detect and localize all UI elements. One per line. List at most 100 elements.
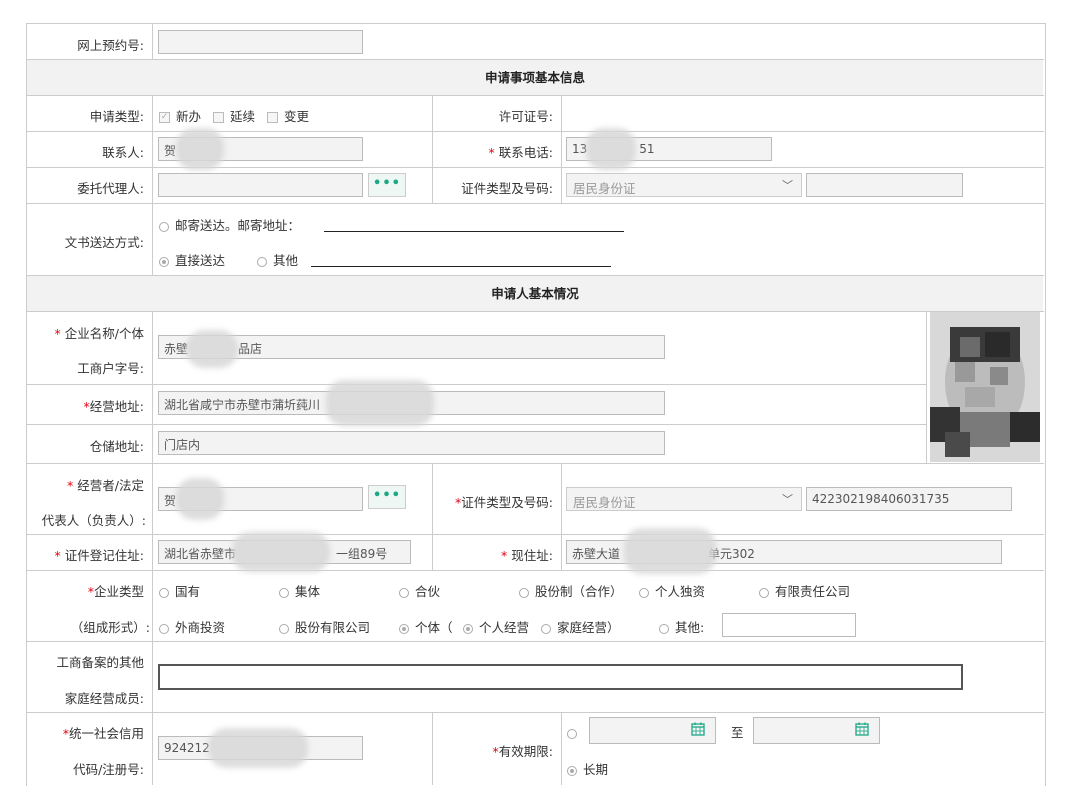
section-title-applicant: 申请人基本情况 [27,276,1043,311]
agent-id-type-value: 居民身份证 [573,181,636,196]
radio-direct[interactable] [159,256,169,267]
agent-label: 委托代理人: [77,181,144,196]
redaction-blur [326,380,434,426]
radio-foreign[interactable] [159,623,169,634]
reg-addr-start: 湖北省赤壁市 [164,547,237,561]
radio-individual[interactable] [399,623,409,634]
ent-type-state[interactable]: 国有 [159,581,200,600]
validity-end-date[interactable] [753,717,880,744]
operator-label-line2: 代表人（负责人）: [41,513,146,528]
required-mark: * [488,145,495,160]
license-no-label: 许可证号: [498,109,553,124]
mail-address-input[interactable] [324,231,624,232]
delivery-other-input[interactable] [311,266,611,267]
delivery-other-label: 其他 [273,253,299,268]
calendar-icon[interactable] [691,722,705,736]
credit-label-text: 统一社会信用 [68,726,144,741]
operator-select-button[interactable]: ••• [368,485,406,509]
ent-type-llc-label: 有限责任公司 [775,584,851,599]
ent-type-state-label: 国有 [175,584,201,599]
radio-llc[interactable] [759,587,769,598]
radio-partnership[interactable] [399,587,409,598]
operator-id-type-value: 居民身份证 [573,495,636,510]
radio-company-ltd[interactable] [279,623,289,634]
delivery-label: 文书送达方式: [64,235,144,250]
operator-id-type-select[interactable]: 居民身份证 ﹀ [566,487,802,511]
ent-type-label-text: 企业类型 [93,584,144,599]
radio-collective[interactable] [279,587,289,598]
radio-joint-stock-coop[interactable] [519,587,529,598]
company-name-label-text: 企业名称/个体 [64,326,144,341]
redaction-blur [624,528,716,574]
validity-long-label: 长期 [583,762,609,777]
ent-type-company-ltd-label: 股份有限公司 [295,620,371,635]
radio-other[interactable] [257,256,267,267]
apply-type-renew[interactable]: 延续 [213,106,255,125]
validity-to-label: 至 [731,725,744,740]
apply-type-change-label: 变更 [284,109,310,124]
delivery-other-option[interactable]: 其他 [257,250,298,269]
agent-id-number-input[interactable] [806,173,963,197]
apply-type-renew-label: 延续 [230,109,256,124]
ent-type-other-input[interactable] [722,613,856,637]
redaction-blur [586,128,636,170]
ent-type-personal-op-label: 个人经营 [479,620,530,635]
reg-addr-label-text: 证件登记住址: [64,548,144,563]
checkbox-change[interactable] [267,112,278,123]
appointment-input[interactable] [158,30,363,54]
company-name-start: 赤壁 [164,342,189,356]
calendar-icon[interactable] [855,722,869,736]
required-mark: * [67,478,74,493]
ent-type-other[interactable]: 其他: [659,617,704,636]
delivery-direct-option[interactable]: 直接送达 [159,250,225,269]
agent-id-type-select[interactable]: 居民身份证 ﹀ [566,173,802,197]
company-name-end: 品店 [238,342,263,356]
radio-validity-range[interactable] [567,728,577,739]
apply-type-change[interactable]: 变更 [267,106,309,125]
agent-input[interactable] [158,173,363,197]
credit-label-line1: *统一社会信用 [30,723,144,742]
delivery-mail-option[interactable]: 邮寄送达。邮寄地址： [159,215,300,234]
ent-type-label-line2: （组成形式）: [70,620,150,635]
required-mark: * [54,548,61,563]
checkbox-new[interactable]: ✓ [159,112,170,123]
validity-start-date[interactable] [589,717,716,744]
ent-type-foreign[interactable]: 外商投资 [159,617,225,636]
radio-family-op[interactable] [541,623,551,634]
credit-label-line2: 代码/注册号: [73,762,144,777]
ent-type-personal-op[interactable]: 个人经营 [463,617,529,636]
radio-ent-other[interactable] [659,623,669,634]
appointment-label: 网上预约号: [77,38,144,53]
validity-range-option[interactable] [567,725,583,740]
family-members-input[interactable] [158,664,963,690]
phone-label: * 联系电话: [436,142,553,161]
phone-value-end: 51 [639,142,655,156]
redaction-blur [208,728,308,768]
family-label-line1: 工商备案的其他 [56,655,144,670]
validity-long-option[interactable]: 长期 [567,759,608,778]
radio-personal-op[interactable] [463,623,473,634]
ent-type-collective[interactable]: 集体 [279,581,320,600]
radio-mail[interactable] [159,221,169,232]
ent-type-llc[interactable]: 有限责任公司 [759,581,850,600]
agent-select-button[interactable]: ••• [368,173,406,197]
warehouse-input[interactable]: 门店内 [158,431,665,455]
ent-type-partnership[interactable]: 合伙 [399,581,440,600]
ent-type-company-ltd[interactable]: 股份有限公司 [279,617,370,636]
validity-label: *有效期限: [436,741,553,760]
ent-type-sole-proprietor[interactable]: 个人独资 [639,581,705,600]
radio-validity-long[interactable] [567,765,577,776]
ent-type-joint-stock-coop[interactable]: 股份制（合作） [519,581,623,600]
cur-addr-label: * 现住址: [436,545,553,564]
ent-type-family-op[interactable]: 家庭经营） [541,617,620,636]
radio-sole-proprietor[interactable] [639,587,649,598]
ent-type-individual[interactable]: 个体（ [399,617,453,636]
address-label-text: 经营地址: [89,399,144,414]
apply-type-new[interactable]: ✓ 新办 [159,106,201,125]
ent-type-label-line1: *企业类型 [30,581,144,600]
operator-id-number-input[interactable]: 422302198406031735 [806,487,1012,511]
radio-state[interactable] [159,587,169,598]
checkbox-renew[interactable] [213,112,224,123]
delivery-direct-label: 直接送达 [175,253,226,268]
ent-type-sole-proprietor-label: 个人独资 [655,584,706,599]
